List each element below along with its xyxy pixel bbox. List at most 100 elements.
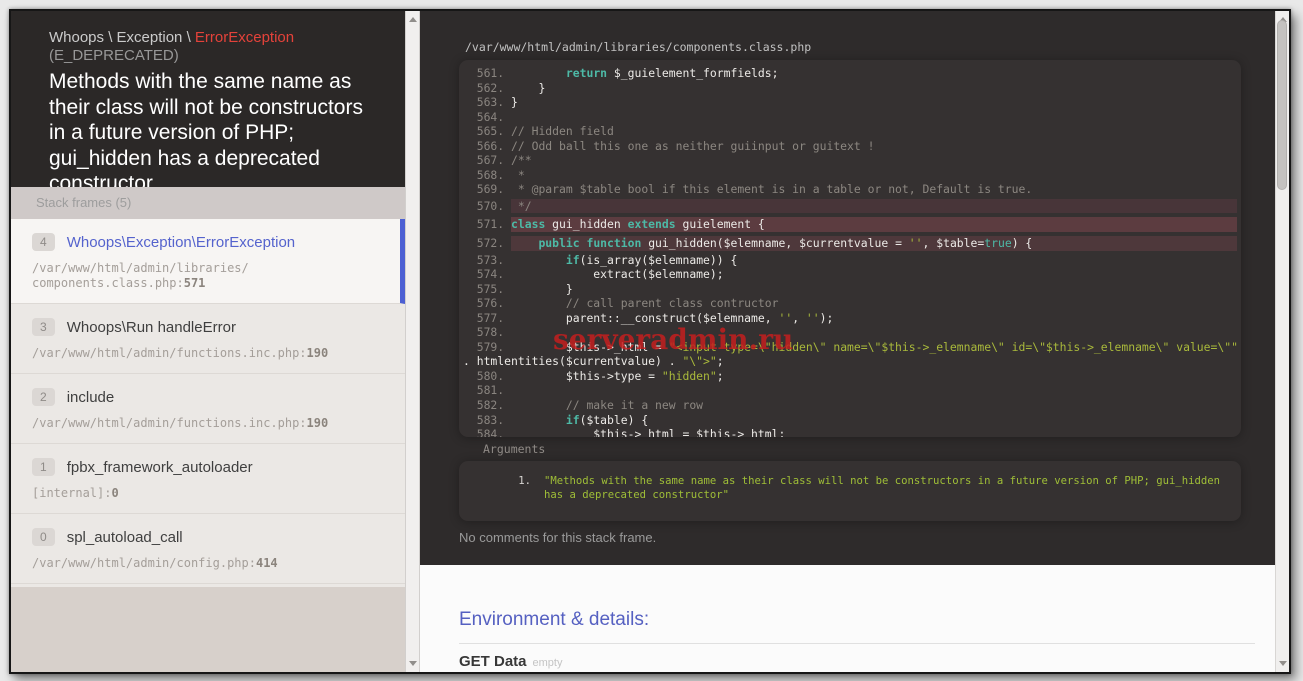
code-token: "\">" — [682, 354, 716, 368]
argument-item: 1."Methods with the same name as their c… — [459, 474, 1229, 502]
code-line: 578. — [463, 325, 1237, 340]
page-scroll-down-icon[interactable] — [1279, 661, 1287, 666]
code-line: 564. — [463, 110, 1237, 125]
code-token: $_guielement_formfields; — [607, 66, 778, 80]
breadcrumb-prefix: Whoops \ Exception \ — [49, 29, 195, 46]
frame-title-row: 3Whoops\Run handleError — [32, 317, 381, 337]
line-number: 579. — [463, 340, 511, 354]
line-number: 570. — [463, 199, 511, 214]
code-token: // make it a new row — [511, 398, 703, 412]
line-number: 572. — [463, 236, 511, 251]
stack-frames-list: 4Whoops\Exception\ErrorException/var/www… — [11, 219, 405, 584]
frame-line-number: 190 — [307, 416, 329, 430]
code-token: gui_hidden — [545, 217, 627, 231]
page-scrollbar-thumb[interactable] — [1277, 20, 1287, 190]
stack-frame-4[interactable]: 4Whoops\Exception\ErrorException/var/www… — [11, 219, 405, 304]
code-token: (is_array($elemname)) { — [580, 253, 738, 267]
exception-breadcrumb: Whoops \ Exception \ ErrorException — [49, 29, 383, 47]
get-data-label: GET Data — [459, 653, 527, 670]
line-number: 562. — [463, 81, 511, 95]
frame-index-badge: 0 — [32, 528, 55, 546]
frame-line-number: 414 — [256, 556, 278, 570]
frame-line-number: 0 — [111, 486, 118, 500]
argument-index: 1. — [459, 474, 531, 502]
frame-title: include — [67, 389, 115, 406]
code-token: $this->_html = $this->_html; — [511, 427, 785, 437]
sidebar-scrollbar[interactable] — [405, 11, 420, 672]
code-token — [511, 253, 566, 267]
frame-title: spl_autoload_call — [67, 529, 183, 546]
code-token — [511, 413, 566, 427]
code-token: . htmlentities($currentvalue) . — [463, 354, 682, 368]
line-number: 568. — [463, 168, 511, 182]
stack-frame-3[interactable]: 3Whoops\Run handleError/var/www/html/adm… — [11, 304, 405, 374]
code-line: 574. extract($elemname); — [463, 267, 1237, 282]
line-number: 567. — [463, 153, 511, 167]
frame-title-row: 0 spl_autoload_call — [32, 527, 381, 547]
code-line: 565. // Hidden field — [463, 124, 1237, 139]
exception-class: ErrorException — [195, 29, 294, 46]
code-token: // Hidden field — [511, 124, 614, 138]
code-token: /** — [511, 153, 532, 167]
scroll-up-icon[interactable] — [409, 17, 417, 22]
line-number: 563. — [463, 95, 511, 109]
code-token: } — [511, 282, 573, 296]
code-token: ; — [717, 369, 724, 383]
line-number: 583. — [463, 413, 511, 427]
code-token: ) { — [1012, 236, 1033, 250]
code-line: 571. class gui_hidden extends guielement… — [463, 215, 1237, 234]
code-token: // call parent class contructor — [511, 296, 778, 310]
code-line: 561. return $_guielement_formfields; — [463, 66, 1237, 81]
stack-frame-2[interactable]: 2include/var/www/html/admin/functions.in… — [11, 374, 405, 444]
code-token: "<input type=\"hidden\" name=\"$this->_e… — [669, 340, 1238, 354]
frame-path: [internal]:0 — [32, 486, 381, 501]
no-comments-text: No comments for this stack frame. — [459, 530, 656, 545]
line-number: 571. — [463, 217, 511, 232]
code-token: $this->type = — [511, 369, 662, 383]
code-token: extract($elemname); — [511, 267, 724, 281]
code-line: 566. // Odd ball this one as neither gui… — [463, 139, 1237, 154]
line-number: 566. — [463, 139, 511, 153]
stack-frame-0[interactable]: 0spl_autoload_call/var/www/html/admin/co… — [11, 514, 405, 584]
frame-path: /var/www/html/admin/libraries/ component… — [32, 261, 376, 291]
code-lines: 561. return $_guielement_formfields; 562… — [463, 66, 1237, 437]
code-token: ; — [717, 354, 724, 368]
code-line: 568. * — [463, 168, 1237, 183]
code-token: * @param $table bool if this element is … — [511, 182, 1032, 196]
code-token: ($table) { — [580, 413, 649, 427]
code-token: extends — [628, 217, 676, 231]
stack-frame-1[interactable]: 1fpbx_framework_autoloader[internal]:0 — [11, 444, 405, 514]
line-number: 569. — [463, 182, 511, 196]
stack-sidebar: Whoops \ Exception \ ErrorException (E_D… — [11, 11, 405, 672]
code-line: 567. /** — [463, 153, 1237, 168]
line-number: 582. — [463, 398, 511, 412]
code-token: if — [566, 253, 580, 267]
code-token: '' — [806, 311, 820, 325]
code-line: 569. * @param $table bool if this elemen… — [463, 182, 1237, 197]
frame-line-number: 571 — [184, 276, 206, 290]
frame-path: /var/www/html/admin/functions.inc.php:19… — [32, 346, 381, 361]
code-token: , — [792, 311, 806, 325]
code-line: 573. if(is_array($elemname)) { — [463, 253, 1237, 268]
arguments-label: Arguments — [483, 442, 545, 456]
highlighted-code: */ — [511, 199, 1237, 214]
code-line: 562. } — [463, 81, 1237, 96]
error-level: (E_DEPRECATED) — [49, 47, 383, 65]
code-token: "hidden" — [662, 369, 717, 383]
code-token: return — [566, 66, 607, 80]
code-token: * — [511, 168, 525, 182]
frame-index-badge: 4 — [32, 233, 55, 251]
page-scrollbar[interactable] — [1275, 11, 1289, 672]
code-line: 577. parent::__construct($elemname, '', … — [463, 311, 1237, 326]
code-token: */ — [511, 199, 532, 213]
code-line: 582. // make it a new row — [463, 398, 1237, 413]
frame-title: fpbx_framework_autoloader — [67, 459, 253, 476]
scroll-down-icon[interactable] — [409, 661, 417, 666]
get-data-row: GET Dataempty — [459, 653, 562, 671]
code-token: // Odd ball this one as neither guiinput… — [511, 139, 874, 153]
line-number: 584. — [463, 427, 511, 437]
frame-title-row: 2include — [32, 387, 381, 407]
frames-list-filler — [11, 587, 405, 672]
arguments-box: 1."Methods with the same name as their c… — [459, 461, 1241, 521]
code-token — [511, 236, 538, 250]
